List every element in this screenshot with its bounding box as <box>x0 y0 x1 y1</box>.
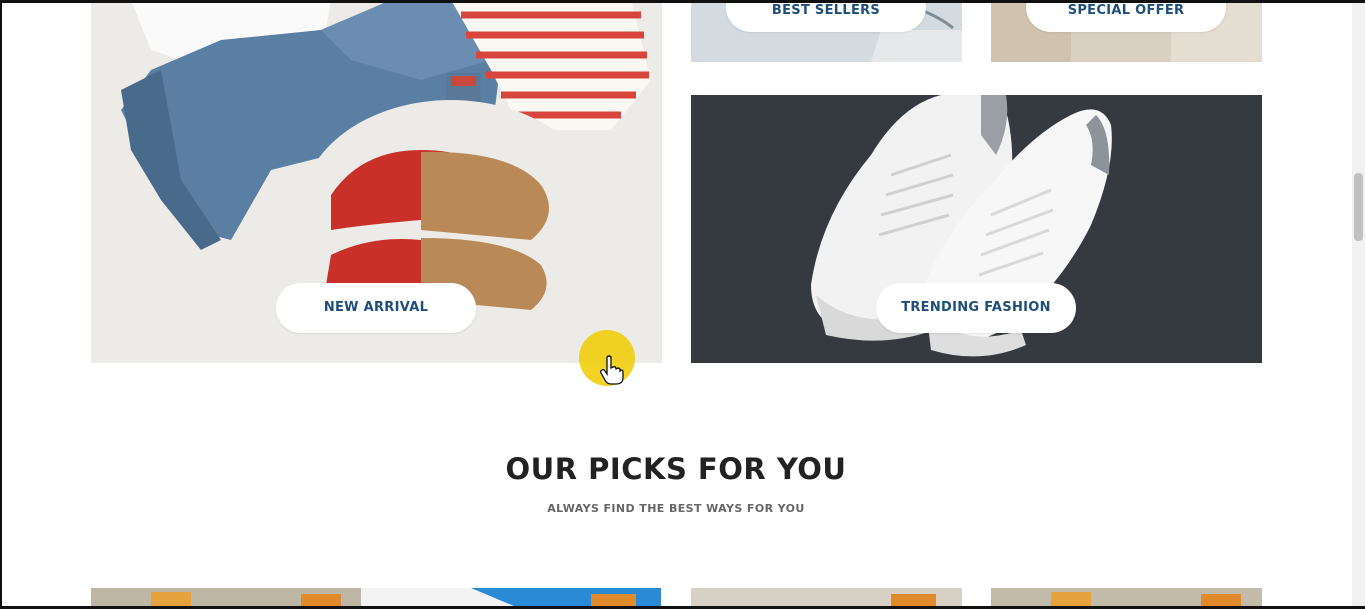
new-arrival-button[interactable]: NEW ARRIVAL <box>276 283 476 333</box>
best-sellers-button[interactable]: BEST SELLERS <box>726 0 926 32</box>
best-sellers-label: BEST SELLERS <box>771 3 881 18</box>
hand-pointer-icon <box>600 355 624 385</box>
scrollbar-thumb[interactable] <box>1354 173 1363 241</box>
best-sellers-banner[interactable]: BEST SELLERS <box>691 0 962 62</box>
trending-fashion-banner[interactable]: TRENDING FASHION <box>691 95 1262 363</box>
special-offer-banner[interactable]: SPECIAL OFFER <box>991 0 1262 62</box>
trending-fashion-label: TRENDING FASHION <box>901 300 1051 315</box>
window-left-edge <box>0 0 2 609</box>
new-arrival-label: NEW ARRIVAL <box>323 300 429 315</box>
picks-section-title: OUR PICKS FOR YOU <box>505 452 847 486</box>
picks-section-subtitle: ALWAYS FIND THE BEST WAYS FOR YOU <box>547 502 805 515</box>
page: NEW ARRIVAL BEST SELLERS SPECIAL OFFER T… <box>0 0 1365 609</box>
page-scrollbar[interactable] <box>1352 0 1365 609</box>
new-arrival-banner[interactable]: NEW ARRIVAL <box>91 0 662 363</box>
trending-fashion-button[interactable]: TRENDING FASHION <box>876 283 1076 333</box>
special-offer-button[interactable]: SPECIAL OFFER <box>1026 0 1226 32</box>
special-offer-label: SPECIAL OFFER <box>1067 3 1185 18</box>
window-top-edge <box>0 0 1365 3</box>
